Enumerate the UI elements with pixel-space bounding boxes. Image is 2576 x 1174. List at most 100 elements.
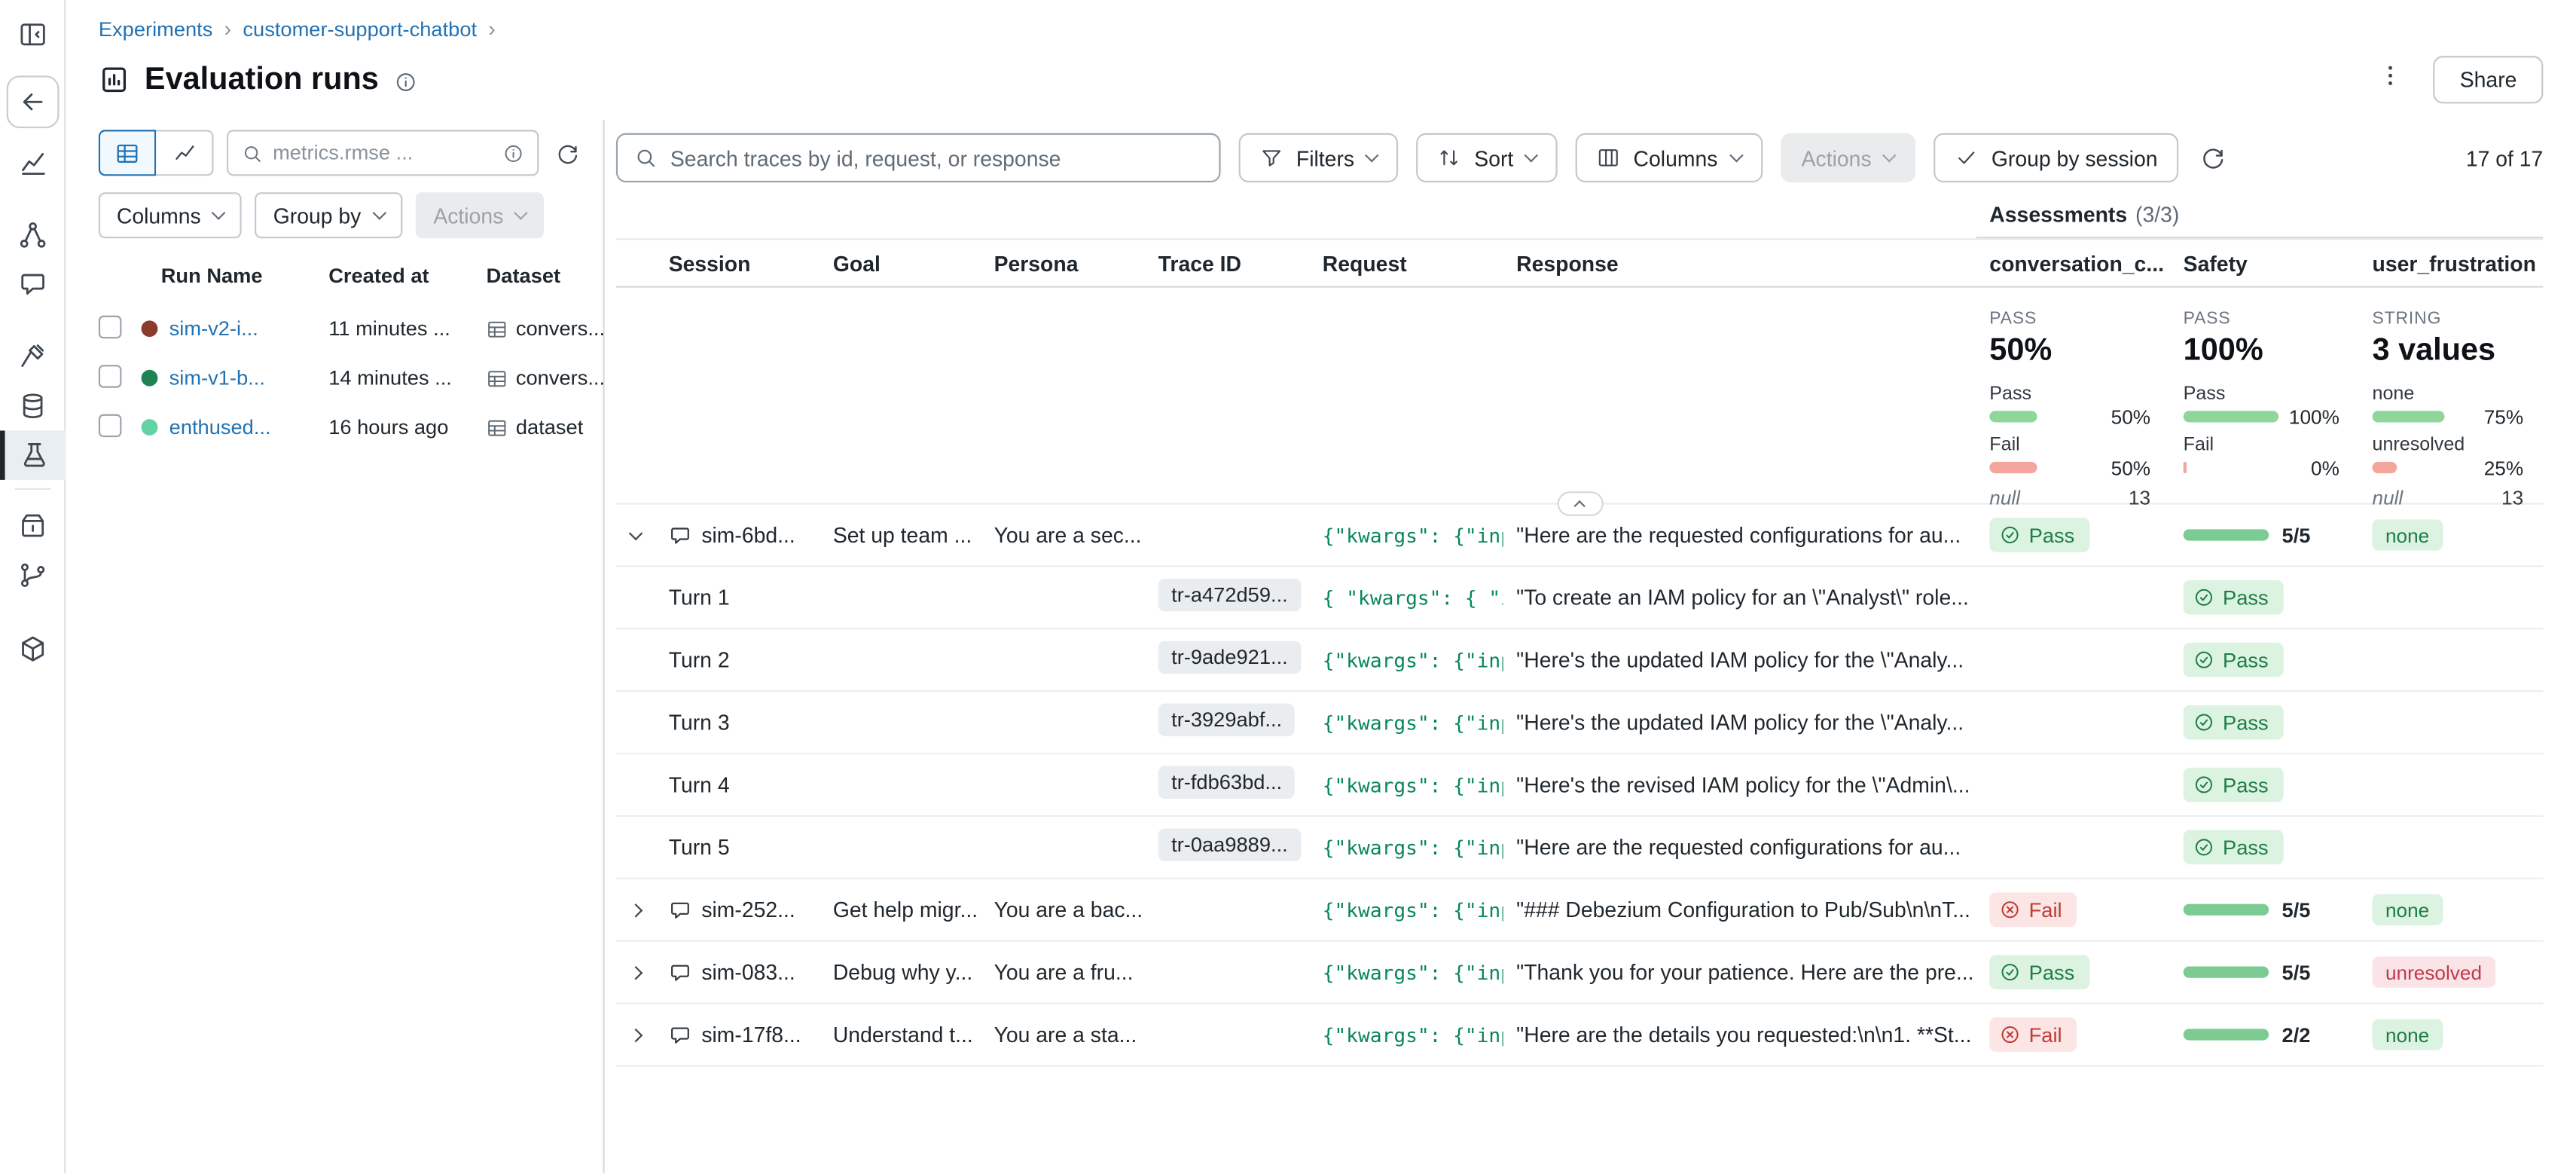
run-color-dot <box>142 370 158 387</box>
datasets-icon[interactable] <box>8 381 56 430</box>
run-checkbox[interactable] <box>99 315 122 338</box>
models-cube-icon[interactable] <box>8 625 56 674</box>
tools-icon[interactable] <box>8 332 56 381</box>
request-cell[interactable]: { "kwargs": { "in... <box>1309 586 1503 610</box>
trace-turn-row[interactable]: Turn 1 tr-a472d59... { "kwargs": { "in..… <box>616 567 2543 629</box>
runs-header-dataset[interactable]: Dataset <box>487 264 584 288</box>
check-circle-icon <box>2193 711 2214 732</box>
breadcrumb-experiment-link[interactable]: customer-support-chatbot <box>243 17 477 41</box>
serving-icon[interactable] <box>8 501 56 550</box>
header-user-frustration[interactable]: user_frustration <box>2359 251 2543 276</box>
request-cell[interactable]: {"kwargs": {"input" <box>1309 898 1503 922</box>
header-persona[interactable]: Persona <box>981 251 1145 276</box>
trace-group-row[interactable]: sim-17f8... Understand t... You are a st… <box>616 1004 2543 1067</box>
table-view-button[interactable] <box>99 130 156 176</box>
traces-search-input[interactable] <box>670 145 1203 170</box>
traces-refresh-button[interactable] <box>2197 142 2230 175</box>
header-goal[interactable]: Goal <box>819 251 981 276</box>
overflow-menu-icon[interactable] <box>2374 60 2407 101</box>
pipelines-icon[interactable] <box>8 551 56 600</box>
request-cell[interactable]: {"kwargs": {"input" <box>1309 961 1503 984</box>
trace-id-pill[interactable]: tr-a472d59... <box>1158 579 1302 612</box>
runs-actions-dropdown[interactable]: Actions <box>415 192 545 238</box>
expand-group-icon[interactable] <box>624 961 648 984</box>
trace-id-pill[interactable]: tr-fdb63bd... <box>1158 766 1296 799</box>
request-cell[interactable]: {"kwargs": {"inp... <box>1309 711 1503 734</box>
model-graph-icon[interactable] <box>8 210 56 259</box>
trace-id-pill[interactable]: tr-3929abf... <box>1158 704 1296 737</box>
run-created-at: 11 minutes ... <box>328 317 486 341</box>
user-frustration-cell: unresolved <box>2359 956 2543 987</box>
traces-actions-dropdown[interactable]: Actions <box>1780 133 1915 182</box>
run-checkbox[interactable] <box>99 414 122 437</box>
run-name-link[interactable]: enthused... <box>169 416 271 439</box>
breadcrumb-experiments-link[interactable]: Experiments <box>99 17 213 41</box>
runs-header-run-name[interactable]: Run Name <box>142 264 329 288</box>
run-name-link[interactable]: sim-v2-i... <box>169 317 258 341</box>
collapse-panel-icon[interactable] <box>8 10 56 59</box>
pass-badge[interactable]: Pass <box>1989 518 2089 552</box>
trace-turn-row[interactable]: Turn 3 tr-3929abf... {"kwargs": {"inp...… <box>616 692 2543 754</box>
filters-dropdown[interactable]: Filters <box>1239 133 1399 182</box>
collapse-group-icon[interactable] <box>624 524 648 547</box>
pass-badge[interactable]: Pass <box>2184 580 2284 615</box>
request-cell[interactable]: {"kwargs": {"input" <box>1309 1023 1503 1047</box>
trace-id-pill[interactable]: tr-0aa9889... <box>1158 828 1302 861</box>
fail-badge[interactable]: Fail <box>1989 892 2077 927</box>
header-request[interactable]: Request <box>1309 251 1503 276</box>
chat-icon <box>669 524 692 547</box>
collapse-summary-button[interactable] <box>1557 491 1603 516</box>
columns-dropdown[interactable]: Columns <box>1576 133 1762 182</box>
charts-icon[interactable] <box>8 138 56 187</box>
session-cell[interactable]: sim-083... <box>655 960 819 985</box>
request-cell[interactable]: {"kwargs": {"inp... <box>1309 836 1503 859</box>
header-response[interactable]: Response <box>1503 251 1976 276</box>
info-icon[interactable] <box>393 70 417 93</box>
pass-badge[interactable]: Pass <box>1989 955 2089 989</box>
runs-search-input[interactable] <box>273 142 493 165</box>
header-conversation-assessment[interactable]: conversation_c... <box>1976 251 2170 276</box>
request-cell[interactable]: {"kwargs": {"inp... <box>1309 648 1503 671</box>
chart-view-button[interactable] <box>156 130 213 176</box>
search-info-icon[interactable] <box>502 142 523 164</box>
fail-badge[interactable]: Fail <box>1989 1017 2077 1052</box>
session-cell[interactable]: sim-17f8... <box>655 1023 819 1047</box>
trace-turn-row[interactable]: Turn 5 tr-0aa9889... {"kwargs": {"inp...… <box>616 817 2543 879</box>
trace-id-pill[interactable]: tr-9ade921... <box>1158 641 1302 674</box>
conversation-assessment-cell: Fail <box>1976 1017 2170 1052</box>
session-cell[interactable]: sim-6bd... <box>655 523 819 548</box>
sort-dropdown[interactable]: Sort <box>1417 133 1558 182</box>
header-safety[interactable]: Safety <box>2170 251 2359 276</box>
runs-columns-dropdown[interactable]: Columns <box>99 192 242 238</box>
run-name-link[interactable]: sim-v1-b... <box>169 366 265 390</box>
runs-header-created-at[interactable]: Created at <box>328 264 486 288</box>
pass-badge[interactable]: Pass <box>2184 768 2284 803</box>
expand-group-icon[interactable] <box>624 898 648 922</box>
pass-badge[interactable]: Pass <box>2184 830 2284 864</box>
group-by-session-toggle[interactable]: Group by session <box>1934 133 2179 182</box>
trace-turn-row[interactable]: Turn 2 tr-9ade921... {"kwargs": {"inp...… <box>616 629 2543 692</box>
runs-group-by-dropdown[interactable]: Group by <box>255 192 402 238</box>
experiments-icon-active[interactable] <box>0 430 65 479</box>
header-session[interactable]: Session <box>655 251 819 276</box>
page-title: Evaluation runs <box>145 62 379 98</box>
request-cell[interactable]: {"kwargs": {"input" <box>1309 524 1503 547</box>
header-trace-id[interactable]: Trace ID <box>1145 251 1309 276</box>
traces-toolbar: Filters Sort Columns Actions <box>616 133 2543 182</box>
trace-group-row[interactable]: sim-083... Debug why y... You are a fru.… <box>616 942 2543 1004</box>
evaluation-runs-page: Experiments › customer-support-chatbot ›… <box>0 0 2576 1173</box>
run-checkbox[interactable] <box>99 364 122 387</box>
session-cell[interactable]: sim-252... <box>655 897 819 922</box>
back-button[interactable] <box>6 75 59 128</box>
share-button[interactable]: Share <box>2434 56 2543 103</box>
runs-table: Run Name Created at Dataset sim-v2-i... … <box>99 264 583 452</box>
expand-group-icon[interactable] <box>624 1023 648 1047</box>
trace-group-row[interactable]: sim-252... Get help migr... You are a ba… <box>616 879 2543 942</box>
request-cell[interactable]: {"kwargs": {"inp... <box>1309 773 1503 796</box>
pass-badge[interactable]: Pass <box>2184 705 2284 740</box>
runs-refresh-button[interactable] <box>552 137 583 168</box>
trace-turn-row[interactable]: Turn 4 tr-fdb63bd... {"kwargs": {"inp...… <box>616 754 2543 817</box>
chat-nav-icon[interactable] <box>8 260 56 309</box>
pass-badge[interactable]: Pass <box>2184 643 2284 677</box>
summary-value: 50% <box>1989 334 2150 370</box>
